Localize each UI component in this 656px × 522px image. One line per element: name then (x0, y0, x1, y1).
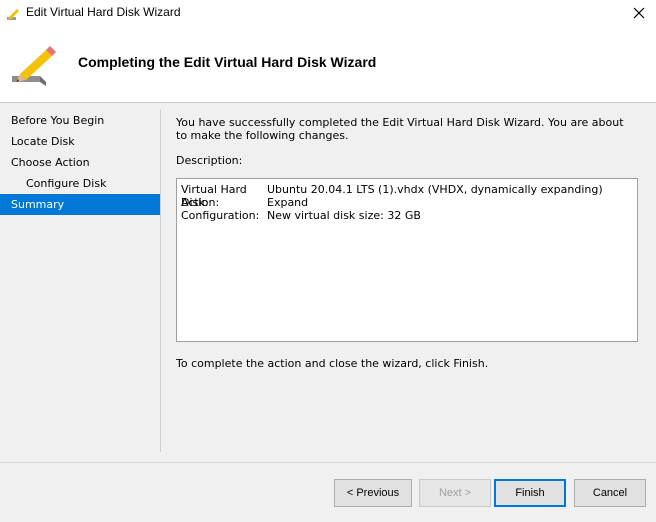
wizard-steps: Before You Begin Locate Disk Choose Acti… (0, 110, 160, 215)
detail-row: Virtual Hard Disk: Ubuntu 20.04.1 LTS (1… (181, 183, 633, 209)
detail-key: Configuration: (181, 209, 260, 222)
intro-text: You have successfully completed the Edit… (176, 116, 624, 142)
previous-button[interactable]: < Previous (334, 479, 412, 507)
step-before-you-begin[interactable]: Before You Begin (0, 110, 160, 131)
detail-value: Ubuntu 20.04.1 LTS (1).vhdx (VHDX, dynam… (267, 183, 603, 196)
wizard-header: Completing the Edit Virtual Hard Disk Wi… (0, 26, 656, 103)
detail-value: Expand (267, 196, 309, 209)
close-button[interactable] (622, 0, 656, 26)
detail-row: Action: Expand (181, 196, 633, 209)
title-bar: Edit Virtual Hard Disk Wizard (0, 0, 656, 26)
step-choose-action[interactable]: Choose Action (0, 152, 160, 173)
step-configure-disk[interactable]: Configure Disk (0, 173, 160, 194)
finish-note: To complete the action and close the wiz… (176, 357, 489, 370)
step-locate-disk[interactable]: Locate Disk (0, 131, 160, 152)
next-button[interactable]: Next > (419, 479, 491, 507)
detail-value: New virtual disk size: 32 GB (267, 209, 421, 222)
pencil-disk-icon (6, 7, 20, 21)
detail-key: Action: (181, 196, 220, 209)
detail-key: Virtual Hard Disk: (181, 183, 247, 209)
window-title: Edit Virtual Hard Disk Wizard (26, 5, 181, 19)
finish-button[interactable]: Finish (494, 479, 566, 507)
footer-separator (0, 462, 656, 463)
sidebar-divider (160, 110, 161, 452)
description-box[interactable]: Virtual Hard Disk: Ubuntu 20.04.1 LTS (1… (176, 178, 638, 342)
pencil-disk-icon (10, 46, 58, 88)
close-icon (633, 7, 645, 19)
page-title: Completing the Edit Virtual Hard Disk Wi… (78, 54, 377, 70)
summary-intro-area: You have successfully completed the Edit… (176, 116, 636, 142)
step-summary[interactable]: Summary (0, 194, 160, 215)
cancel-button[interactable]: Cancel (574, 479, 646, 507)
description-label: Description: (176, 154, 243, 167)
detail-row: Configuration: New virtual disk size: 32… (181, 209, 633, 222)
